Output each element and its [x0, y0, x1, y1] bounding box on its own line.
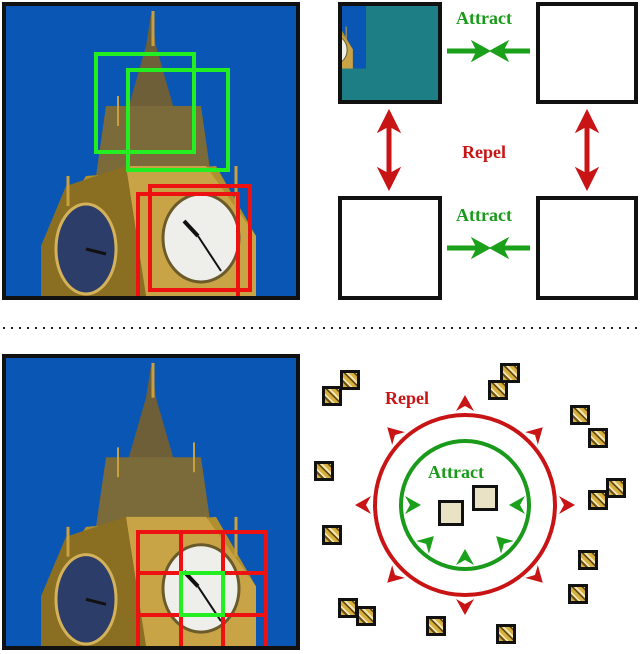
grid-cell-red: [136, 530, 183, 576]
repel-arrowhead: [559, 496, 575, 514]
negative-patch: [322, 386, 342, 406]
attract-arrow-bottom: [447, 236, 530, 260]
grid-cell-red: [221, 571, 268, 617]
negative-patch: [496, 624, 516, 644]
grid-cell-red: [136, 571, 183, 617]
negative-patch: [314, 461, 334, 481]
grid-cell-red: [221, 530, 268, 576]
negative-patch: [588, 490, 608, 510]
repel-arrowhead: [456, 395, 474, 411]
repel-arrowheads: [355, 395, 575, 615]
attract-arrow-top: [447, 39, 530, 63]
attract-arrowhead: [509, 496, 525, 514]
grid-cell-red: [221, 612, 268, 646]
negative-patch: [588, 428, 608, 448]
grid-cell-red: [178, 612, 226, 646]
positive-patch-2: [472, 485, 498, 511]
attract-arrowhead: [456, 549, 474, 565]
repel-arrowhead: [456, 599, 474, 615]
grid-cell-red: [136, 612, 183, 646]
attract-label-inner: Attract: [428, 462, 484, 482]
attract-arrowhead: [405, 496, 421, 514]
negative-patch: [340, 370, 360, 390]
grid-cell-red: [178, 530, 226, 576]
negative-patch: [338, 598, 358, 618]
repel-arrow-left: [376, 108, 402, 192]
negative-patch: [426, 616, 446, 636]
negative-patch: [578, 550, 598, 570]
patch-grid: [136, 530, 268, 646]
positive-patch-1: [438, 500, 464, 526]
repel-label-bottom: Repel: [385, 388, 429, 408]
negative-patch: [570, 405, 590, 425]
bottom-source-photo: [2, 354, 300, 650]
negative-patch: [356, 606, 376, 626]
negative-patch: [488, 380, 508, 400]
repel-arrow-right: [574, 108, 600, 192]
repel-arrowhead: [355, 496, 371, 514]
negative-patch: [322, 525, 342, 545]
grid-cell-center-green: [178, 571, 226, 617]
negative-patch: [606, 478, 626, 498]
negative-patch: [568, 584, 588, 604]
